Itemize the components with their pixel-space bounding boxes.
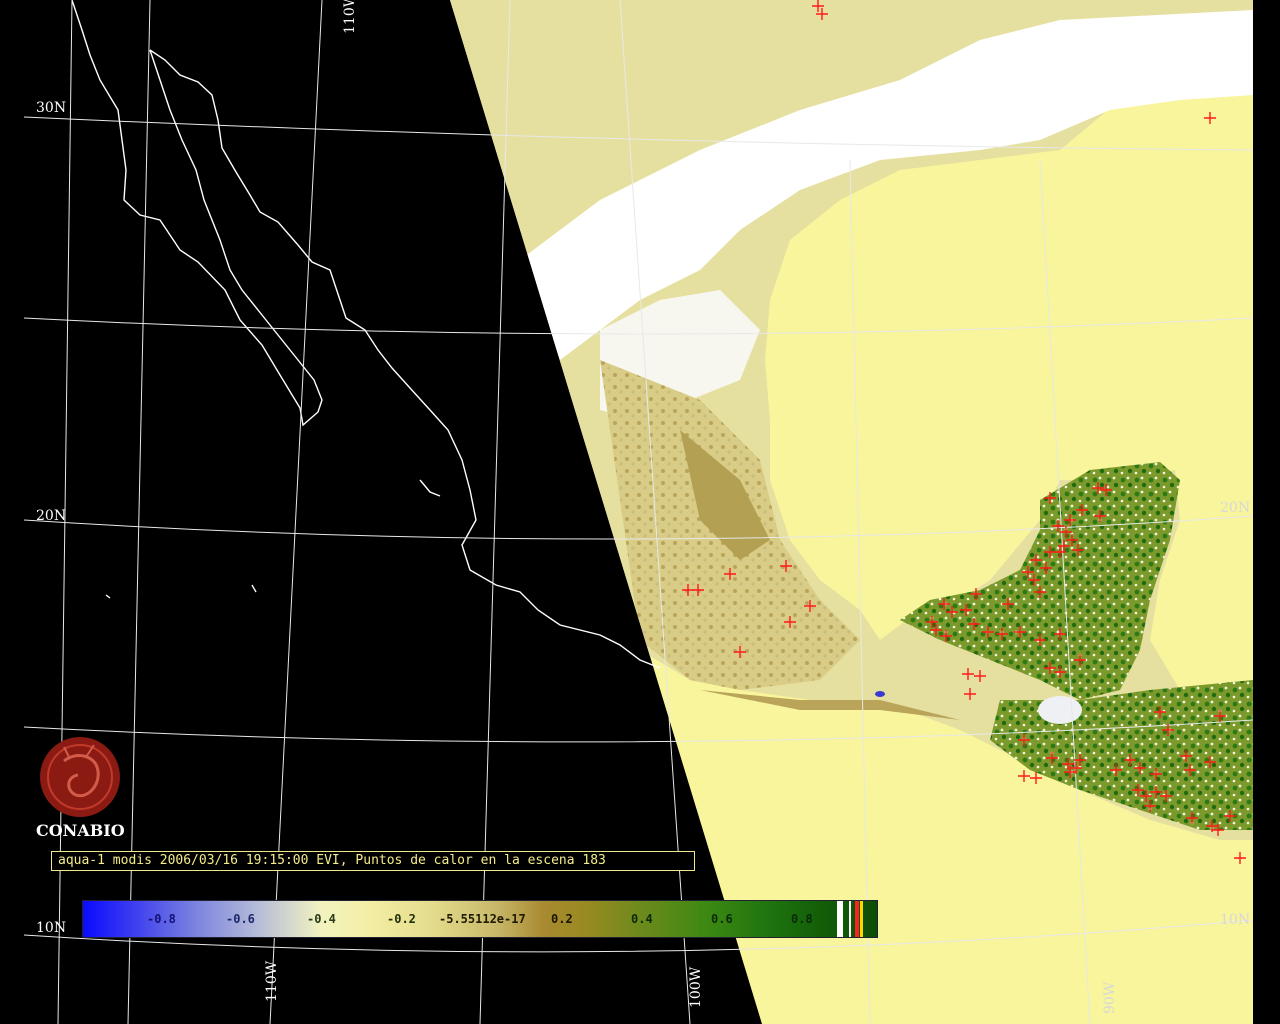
colorbar-tick-label: -0.6: [226, 912, 255, 926]
colorbar-stripe-yellow: [860, 901, 863, 937]
right-margin: [1253, 0, 1280, 1024]
colorbar-tick-label: -0.2: [387, 912, 416, 926]
lon-label-110w-top: 110W: [342, 0, 358, 34]
conabio-emblem: [40, 737, 120, 817]
colorbar-stripe-white: [837, 901, 843, 937]
colorbar-stripe-white-2: [849, 901, 851, 937]
lon-label-100w: 100W: [688, 966, 704, 1008]
lat-label-20n-right: 20N: [1220, 500, 1250, 516]
colorbar-stripe-red: [855, 901, 859, 937]
lat-label-20n: 20N: [36, 508, 66, 524]
colorbar-tick-label: -5.55112e-17: [439, 912, 526, 926]
scene-caption: aqua-1 modis 2006/03/16 19:15:00 EVI, Pu…: [51, 851, 695, 871]
colorbar-tick-label: 0.6: [711, 912, 733, 926]
colorbar-tick-label: 0.8: [791, 912, 813, 926]
evi-colorbar: -0.8 -0.6 -0.4 -0.2 -5.55112e-17 0.2 0.4 0.6 0.8: [82, 900, 878, 938]
colorbar-tick-label: 0.4: [631, 912, 653, 926]
colorbar-tick-label: 0.2: [551, 912, 573, 926]
lon-label-110w-bottom: 110W: [264, 960, 280, 1002]
conabio-logo-text: CONABIO: [36, 821, 125, 840]
colorbar-tick-label: -0.8: [147, 912, 176, 926]
lat-label-10n: 10N: [36, 920, 66, 936]
colorbar-tick-label: -0.4: [307, 912, 336, 926]
lon-label-90w: 90W: [1102, 981, 1118, 1014]
lat-label-30n: 30N: [36, 100, 66, 116]
lat-label-10n-right: 10N: [1220, 912, 1250, 928]
conabio-logo: CONABIO: [36, 737, 128, 847]
